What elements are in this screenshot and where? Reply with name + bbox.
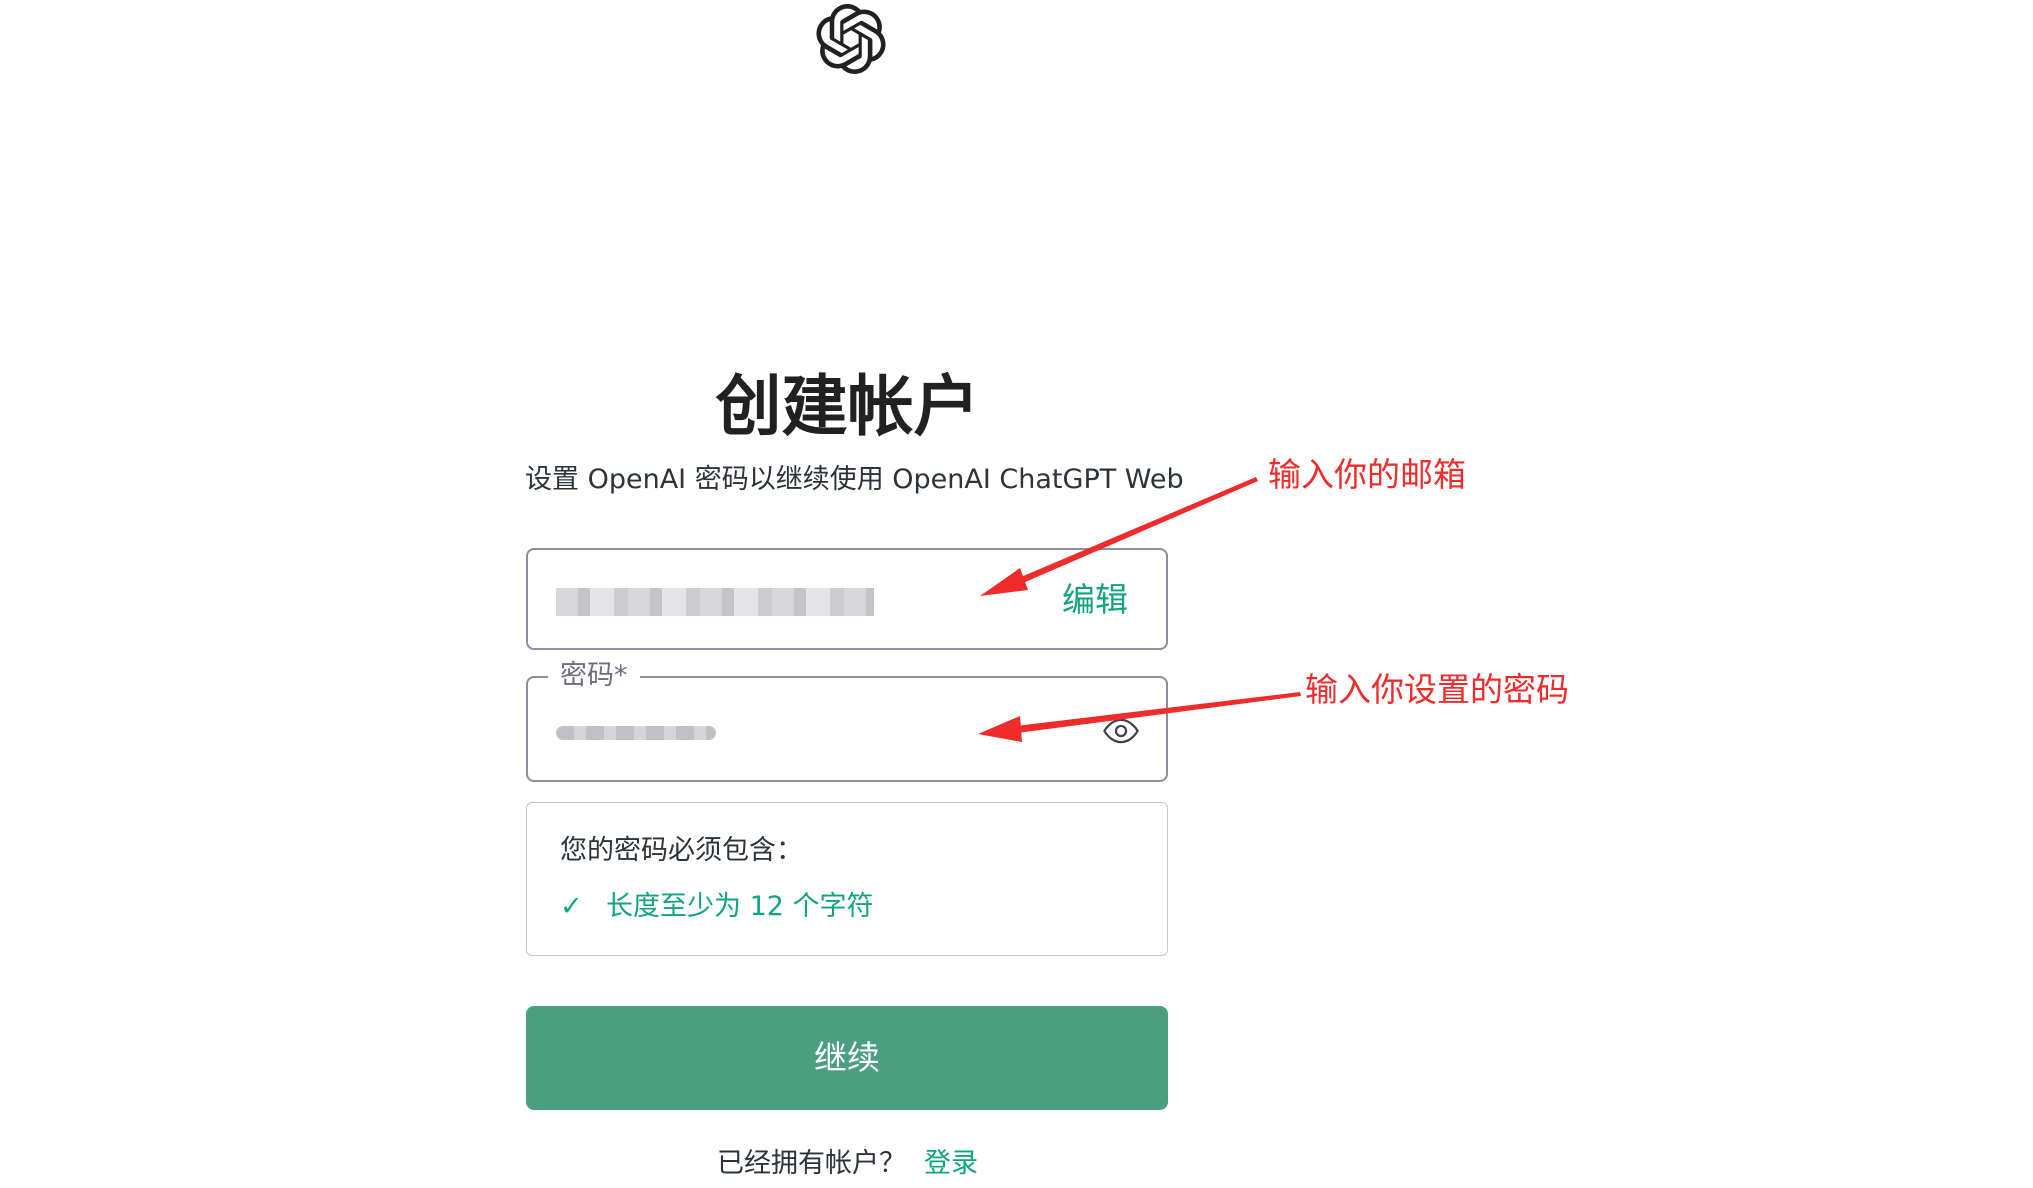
page-title: 创建帐户 <box>715 368 980 445</box>
check-icon: ✓ <box>560 891 583 922</box>
requirement-item: ✓ 长度至少为 12 个字符 <box>560 887 874 927</box>
continue-button[interactable]: 继续 <box>526 1006 1168 1110</box>
email-field[interactable]: 编辑 <box>526 548 1168 650</box>
login-prompt-text: 已经拥有帐户？ <box>717 1148 906 1179</box>
page-subtitle: 设置 OpenAI 密码以继续使用 OpenAI ChatGPT Web <box>525 464 1184 495</box>
edit-email-link[interactable]: 编辑 <box>1062 580 1128 620</box>
login-prompt: 已经拥有帐户？ 登录 <box>525 1144 1170 1184</box>
password-field[interactable]: 密码* <box>526 656 1168 782</box>
password-requirements: 您的密码必须包含： ✓ 长度至少为 12 个字符 <box>526 802 1168 956</box>
annotation-password: 输入你设置的密码 <box>1305 670 1569 709</box>
requirement-text: 长度至少为 12 个字符 <box>606 891 874 922</box>
password-value-blurred <box>556 726 716 740</box>
annotation-email: 输入你的邮箱 <box>1268 455 1466 494</box>
email-value-blurred <box>556 588 874 616</box>
eye-icon[interactable] <box>1102 712 1140 750</box>
requirements-title: 您的密码必须包含： <box>560 835 803 866</box>
password-label: 密码* <box>548 656 640 696</box>
login-link[interactable]: 登录 <box>924 1148 978 1179</box>
openai-logo-icon <box>816 4 886 74</box>
